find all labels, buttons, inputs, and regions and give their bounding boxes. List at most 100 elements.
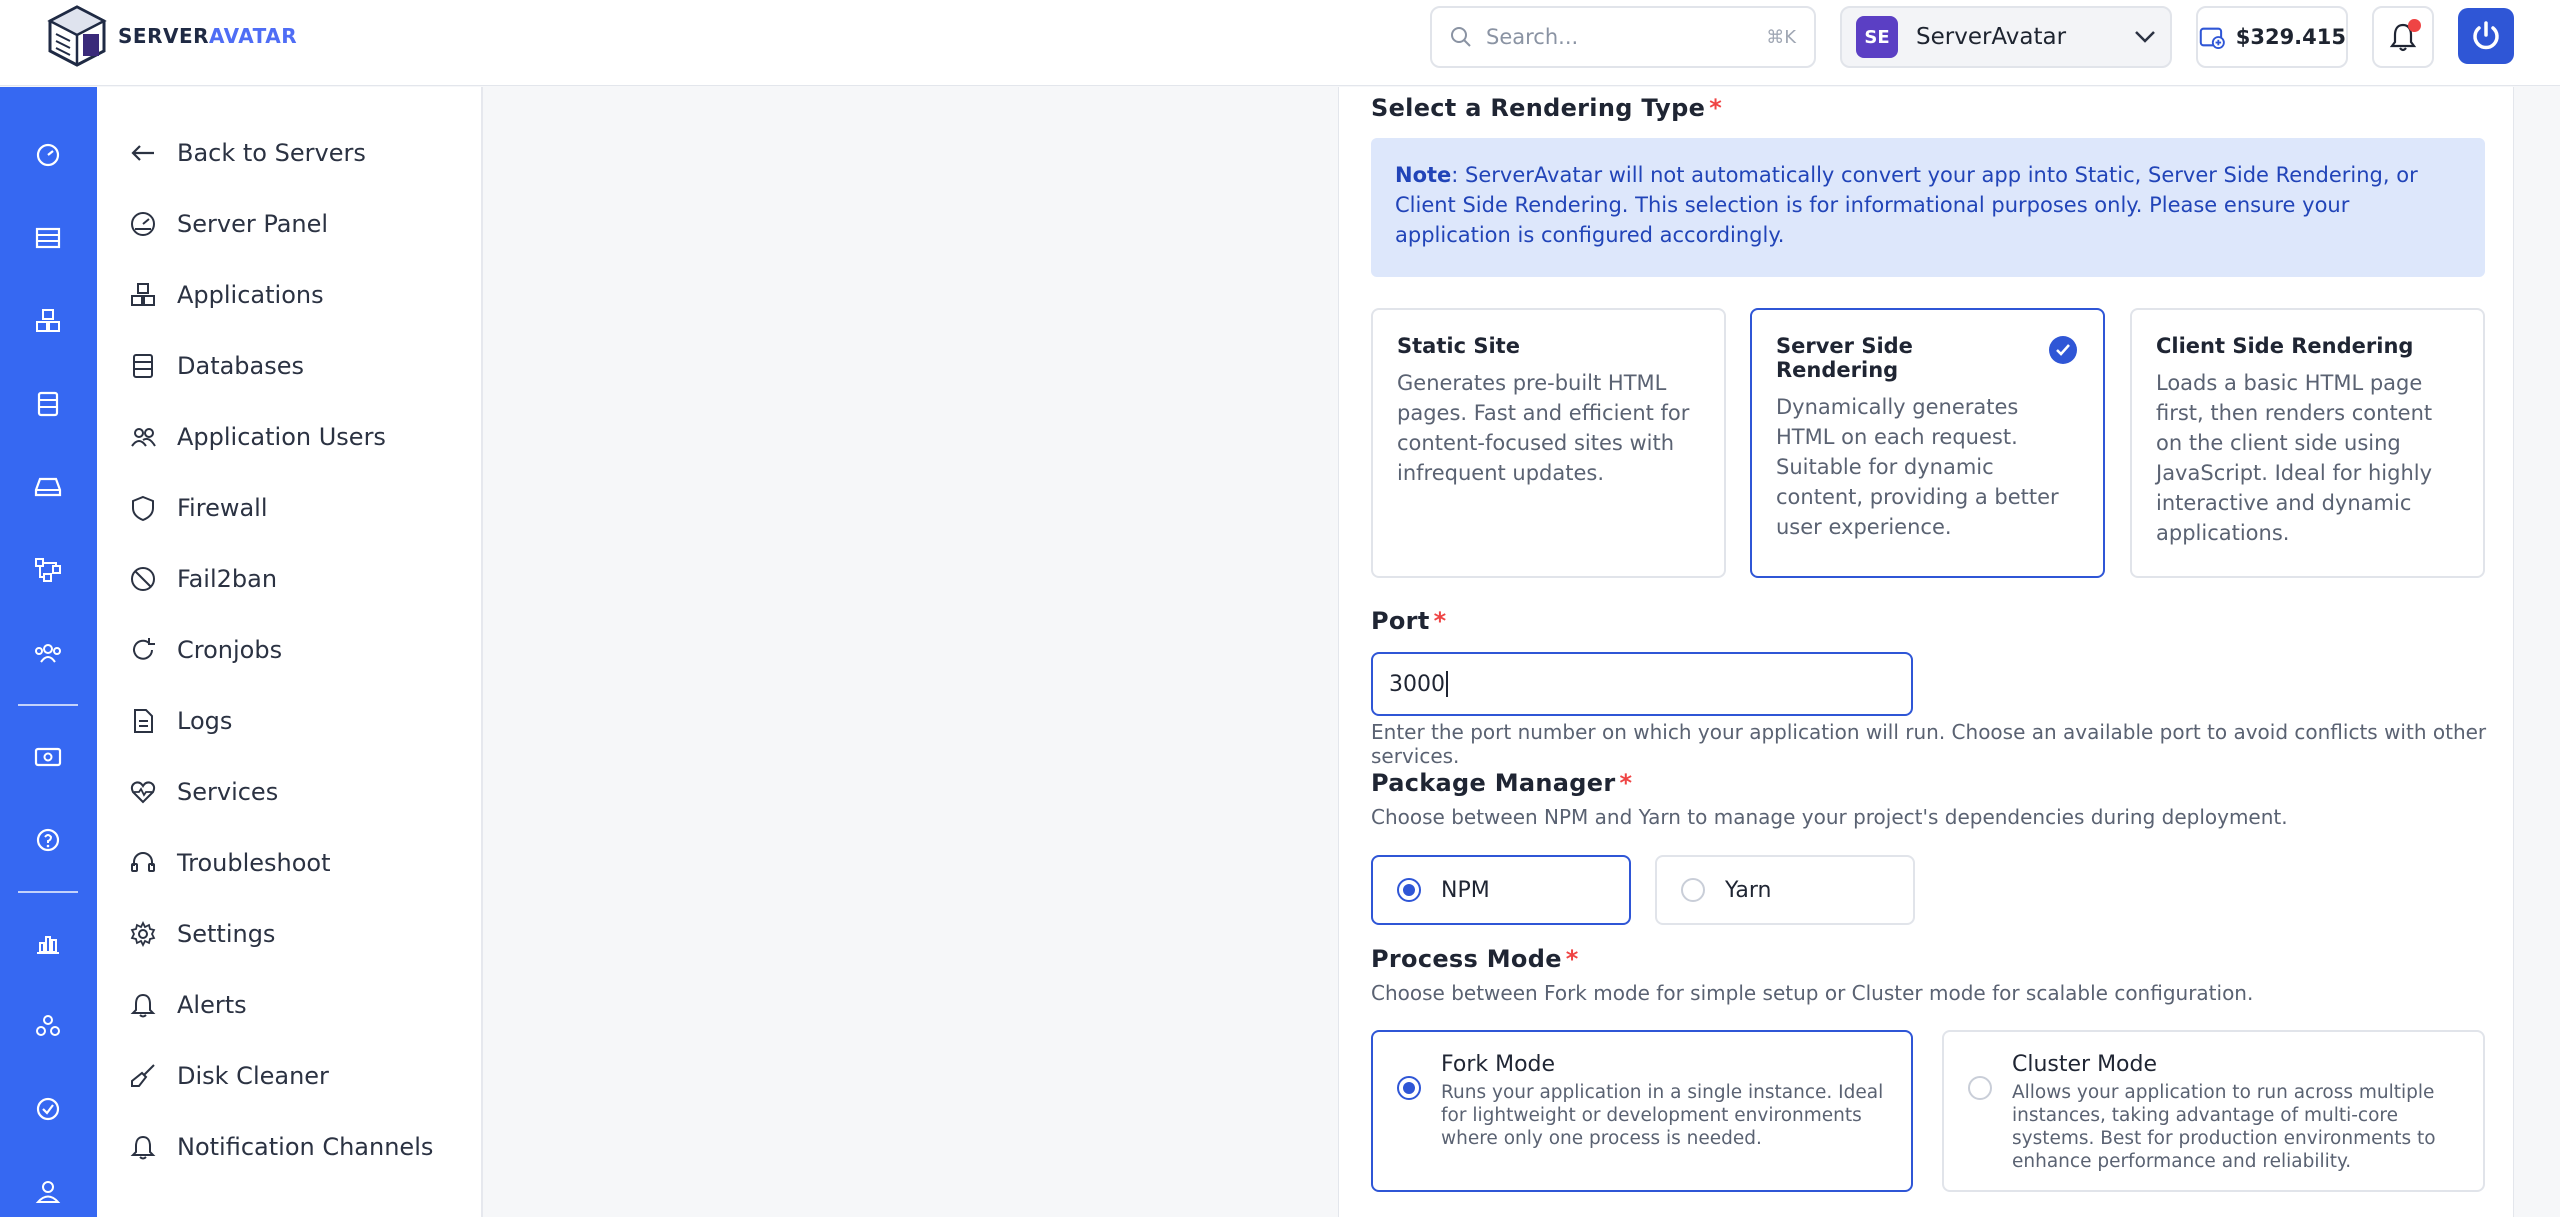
sidebar-item-label: Firewall	[177, 494, 268, 522]
package-manager-npm-radio[interactable]: NPM	[1371, 855, 1631, 925]
sidebar-item-disk-cleaner[interactable]: Disk Cleaner	[129, 1054, 329, 1098]
heart-pulse-icon	[130, 781, 156, 804]
option-title: Client Side Rendering	[2156, 334, 2414, 358]
sidebar-item-application-users[interactable]: Application Users	[129, 415, 386, 459]
ban-icon	[131, 567, 155, 591]
team-avatar: SE	[1856, 16, 1898, 58]
radio-unselected-icon	[1968, 1076, 1992, 1100]
cubes-icon	[131, 283, 155, 306]
mode-title: Cluster Mode	[2012, 1052, 2158, 1077]
process-mode-label: Process Mode *	[1371, 945, 1579, 973]
option-title: Server Side Rendering	[1776, 334, 1913, 382]
refresh-icon	[133, 638, 155, 660]
file-text-icon	[134, 709, 153, 733]
sidebar-item-label: Notification Channels	[177, 1133, 434, 1161]
option-description: Generates pre-built HTML pages. Fast and…	[1397, 371, 1690, 485]
rail-applications-icon[interactable]	[28, 301, 68, 341]
radio-unselected-icon	[1681, 878, 1705, 902]
option-description: Loads a basic HTML page first, then rend…	[2156, 371, 2433, 545]
rendering-type-title: Select a Rendering Type *	[1371, 94, 1723, 122]
rail-team-icon[interactable]	[28, 633, 68, 673]
sidebar-item-label: Disk Cleaner	[177, 1062, 329, 1090]
power-icon	[2473, 21, 2499, 50]
mode-description: Runs your application in a single instan…	[1441, 1082, 1884, 1149]
rail-workflow-icon[interactable]	[28, 550, 68, 590]
rail-analytics-icon[interactable]	[28, 923, 68, 963]
sidebar-item-label: Databases	[177, 352, 305, 380]
sidebar-item-server-panel[interactable]: Server Panel	[129, 202, 328, 246]
rendering-note: Note: ServerAvatar will not automaticall…	[1371, 138, 2485, 277]
gauge-icon	[131, 212, 155, 236]
process-mode-help-text: Choose between Fork mode for simple setu…	[1371, 981, 2254, 1005]
wallet-icon	[2199, 27, 2225, 50]
rail-servers-icon[interactable]	[28, 218, 68, 258]
rail-integrations-icon[interactable]	[28, 1006, 68, 1046]
database-icon	[133, 354, 153, 378]
create-application-form: Select a Rendering Type * Note: ServerAva…	[1338, 87, 2514, 1217]
search-icon	[1451, 27, 1471, 47]
shield-icon	[132, 495, 154, 522]
chevron-down-icon	[2135, 31, 2155, 43]
top-bar: SERVERAVATAR Search... ⌘K SE ServerAvata…	[0, 0, 2560, 86]
sidebar-item-troubleshoot[interactable]: Troubleshoot	[129, 841, 331, 885]
sidebar-item-label: Logs	[177, 707, 233, 735]
rail-check-icon[interactable]	[28, 1089, 68, 1129]
broom-icon	[131, 1064, 155, 1087]
headset-icon	[131, 852, 155, 872]
sidebar-item-label: Settings	[177, 920, 276, 948]
rail-billing-icon[interactable]	[28, 737, 68, 777]
sidebar-item-back-to-servers[interactable]: Back to Servers	[129, 131, 366, 175]
sidebar-item-label: Applications	[177, 281, 324, 309]
process-mode-cluster-radio[interactable]: Cluster Mode Allows your application to …	[1942, 1030, 2485, 1192]
brand-logo[interactable]: SERVERAVATAR	[46, 4, 297, 68]
rail-storage-icon[interactable]	[28, 467, 68, 507]
brand-name: SERVERAVATAR	[118, 24, 298, 48]
mode-description: Allows your application to run across mu…	[2012, 1082, 2436, 1172]
logo-cube-icon	[47, 5, 107, 67]
content-background	[485, 87, 1338, 1217]
sidebar-item-notification-channels[interactable]: Notification Channels	[129, 1125, 433, 1169]
sidebar-item-settings[interactable]: Settings	[129, 912, 275, 956]
balance-button[interactable]: $329.415	[2196, 6, 2348, 68]
radio-selected-icon	[1397, 878, 1421, 902]
sidebar-item-logs[interactable]: Logs	[129, 699, 232, 743]
power-button[interactable]	[2458, 8, 2514, 64]
sidebar-item-databases[interactable]: Databases	[129, 344, 304, 388]
sidebar-item-cronjobs[interactable]: Cronjobs	[129, 628, 282, 672]
arrow-left-icon	[131, 145, 154, 161]
notifications-button[interactable]	[2372, 6, 2434, 68]
team-name: ServerAvatar	[1916, 24, 2067, 50]
gear-icon	[130, 920, 156, 948]
bell-icon	[130, 1135, 156, 1160]
port-label: Port *	[1371, 607, 1447, 635]
team-switcher[interactable]: SE ServerAvatar	[1840, 6, 2172, 68]
package-manager-label: Package Manager *	[1371, 769, 1633, 797]
rail-account-icon[interactable]	[28, 1172, 68, 1212]
search-input[interactable]: Search... ⌘K	[1430, 6, 1816, 68]
search-placeholder: Search...	[1486, 25, 1579, 49]
server-sidebar: Back to Servers Server Panel Application…	[97, 87, 483, 1217]
radio-label: Yarn	[1725, 877, 1772, 903]
process-mode-fork-radio[interactable]: Fork Mode Runs your application in a sin…	[1371, 1030, 1913, 1192]
sidebar-item-label: Cronjobs	[177, 636, 283, 664]
sidebar-item-label: Services	[177, 778, 279, 806]
bell-icon	[130, 993, 156, 1018]
port-input[interactable]: 3000	[1371, 652, 1913, 716]
rail-help-icon[interactable]	[28, 820, 68, 860]
balance-amount: $329.415	[2235, 25, 2346, 49]
rail-databases-icon[interactable]	[28, 384, 68, 424]
sidebar-item-applications[interactable]: Applications	[129, 273, 324, 317]
sidebar-item-fail2ban[interactable]: Fail2ban	[129, 557, 277, 601]
package-manager-yarn-radio[interactable]: Yarn	[1655, 855, 1915, 925]
option-title: Static Site	[1397, 334, 1520, 358]
sidebar-item-firewall[interactable]: Firewall	[129, 486, 268, 530]
users-icon	[131, 428, 156, 447]
sidebar-item-label: Alerts	[177, 991, 247, 1019]
sidebar-item-label: Application Users	[177, 423, 386, 451]
sidebar-item-alerts[interactable]: Alerts	[129, 983, 247, 1027]
rail-dashboard-icon[interactable]	[28, 135, 68, 175]
rendering-option-client-side[interactable]: Client Side Rendering Loads a basic HTML…	[2130, 308, 2485, 578]
sidebar-item-services[interactable]: Services	[129, 770, 278, 814]
rendering-option-static-site[interactable]: Static Site Generates pre-built HTML pag…	[1371, 308, 1726, 578]
rendering-option-server-side[interactable]: Server Side Rendering Dynamically genera…	[1750, 308, 2105, 578]
